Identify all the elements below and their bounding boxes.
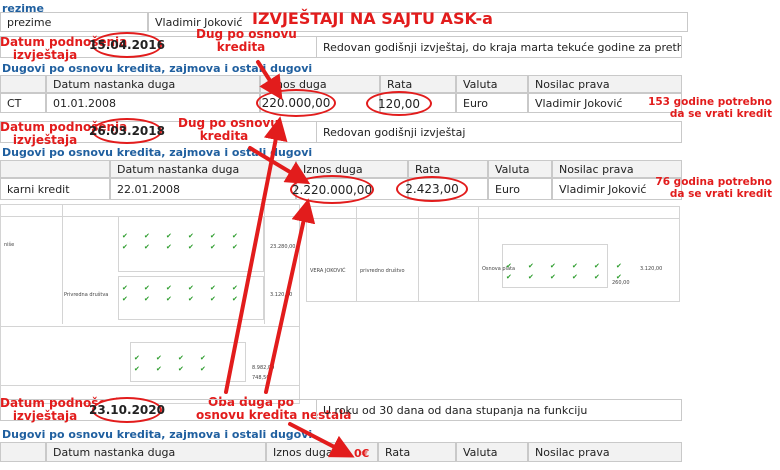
arrow-to-zero [288, 422, 355, 458]
arrow-debt1 [256, 60, 283, 101]
arrow-to-report2 [264, 198, 316, 394]
annotation-arrows [224, 60, 355, 458]
arrow-to-report1 [224, 116, 288, 394]
